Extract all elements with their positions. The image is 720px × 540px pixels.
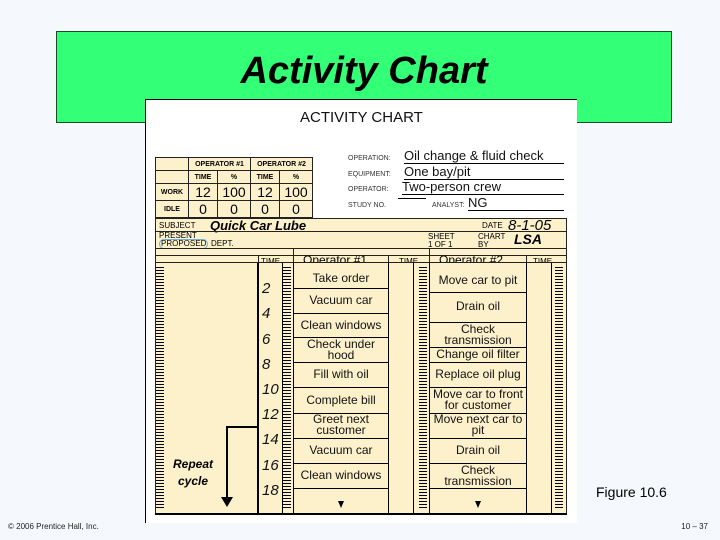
equipment-label: EQUIPMENT: [348, 171, 391, 178]
continue-arrow-icon [338, 501, 344, 508]
idle-op1-time: 0 [188, 200, 218, 218]
operator1-task: Clean windows [300, 317, 382, 332]
operator2-task: Move car to pit [438, 272, 518, 287]
operator2-task: Check transmission [444, 462, 512, 488]
chart-by-label: CHART BY [478, 232, 506, 249]
continue-arrow-icon [475, 501, 481, 508]
operator1-task: Fill with oil [313, 367, 369, 382]
dept-label: DEPT. [211, 239, 234, 248]
summary-operator2-header: OPERATOR #2 [250, 157, 313, 171]
time-mark: 18 [262, 481, 279, 499]
analyst-label: ANALYST: [432, 202, 465, 209]
operation-value: Oil change & fluid check [404, 149, 564, 164]
figure-label: Figure 10.6 [596, 484, 667, 500]
equipment-field: EQUIPMENT: One bay/pit [348, 165, 564, 180]
subject-label: SUBJECT [159, 221, 196, 230]
idle-label: IDLE [155, 200, 189, 218]
date-label: DATE [482, 221, 503, 230]
operator2-task: Move car to front for customer [432, 387, 524, 413]
work-op1-pct: 100 [217, 183, 251, 201]
slide-title: Activity Chart [240, 50, 488, 92]
summary-operator1-header: OPERATOR #1 [188, 157, 251, 171]
work-label: WORK [155, 183, 189, 201]
idle-op2-time: 0 [250, 200, 280, 218]
copyright: © 2006 Prentice Hall, Inc. [8, 522, 99, 531]
activity-grid: Repeat cycle Take order Vacuum car Clean w… [155, 262, 567, 515]
analyst-value: NG [468, 196, 564, 211]
time-mark: 14 [262, 431, 279, 449]
operation-field: OPERATION: Oil change & fluid check [348, 149, 564, 164]
study-field: STUDY NO. ANALYST: NG [348, 196, 564, 211]
summary-time-header: TIME [188, 170, 218, 184]
time-scale-ruler [419, 267, 427, 510]
study-value [398, 198, 426, 199]
page-number: 10 – 37 [681, 522, 708, 531]
summary-pct-header: % [279, 170, 313, 184]
time-mark: 8 [262, 355, 271, 373]
task-divider [430, 488, 526, 490]
operator2-task: Drain oil [455, 299, 500, 314]
summary-row-idle: IDLE 0 0 0 0 [155, 200, 313, 218]
time-mark: 12 [262, 406, 279, 424]
time-mark: 2 [262, 280, 271, 298]
operation-label: OPERATION: [348, 155, 391, 162]
form-title: ACTIVITY CHART [300, 109, 423, 126]
operator-field: OPERATOR: Two-person crew [348, 180, 564, 195]
operator2-task: Check transmission [444, 321, 512, 347]
time-mark: 16 [262, 456, 279, 474]
chart-by-value: LSA [514, 231, 542, 247]
summary-row-work: WORK 12 100 12 100 [155, 183, 313, 201]
sheet-label: SHEET 1 OF 1 [428, 232, 455, 249]
operator2-task: Replace oil plug [435, 367, 521, 382]
operator-label: OPERATOR: [348, 186, 389, 193]
time-scale-ruler [283, 267, 291, 510]
idle-op1-pct: 0 [217, 200, 251, 218]
equipment-value: One bay/pit [404, 165, 564, 180]
operator1-task: Greet next customer [312, 412, 370, 438]
operator1-task: Clean windows [300, 468, 382, 483]
work-op2-pct: 100 [279, 183, 313, 201]
operator1-task: Vacuum car [309, 292, 373, 307]
time-scale-ruler [156, 267, 164, 510]
operator-value: Two-person crew [402, 180, 564, 195]
repeat-cycle-note: Repeat cycle [172, 457, 213, 488]
task-divider [294, 488, 388, 490]
operator2-task: Move next car to pit [433, 412, 523, 438]
time-mark: 4 [262, 305, 271, 323]
time-mark: 6 [262, 330, 271, 348]
operator1-task: Complete bill [306, 392, 376, 407]
work-op1-time: 12 [188, 183, 218, 201]
study-label: STUDY NO. [348, 202, 386, 209]
operator1-task: Take order [312, 270, 370, 285]
time-mark: 10 [262, 381, 279, 398]
summary-time-header: TIME [250, 170, 280, 184]
operator2-task: Drain oil [455, 442, 500, 457]
operator2-task: Change oil filter [436, 347, 520, 362]
time-scale-ruler [555, 267, 563, 510]
operator1-task: Check under hood [306, 336, 376, 362]
summary-pct-header: % [217, 170, 251, 184]
chart-header: SUBJECT Quick Car Lube DATE 8-1-05 PRESE… [155, 217, 567, 267]
repeat-arrow-icon [221, 497, 233, 507]
operator1-task: Vacuum car [309, 442, 373, 457]
summary-table: OPERATOR #1 OPERATOR #2 TIME % TIME % WO… [155, 157, 313, 218]
idle-op2-pct: 0 [279, 200, 313, 218]
work-op2-time: 12 [250, 183, 280, 201]
